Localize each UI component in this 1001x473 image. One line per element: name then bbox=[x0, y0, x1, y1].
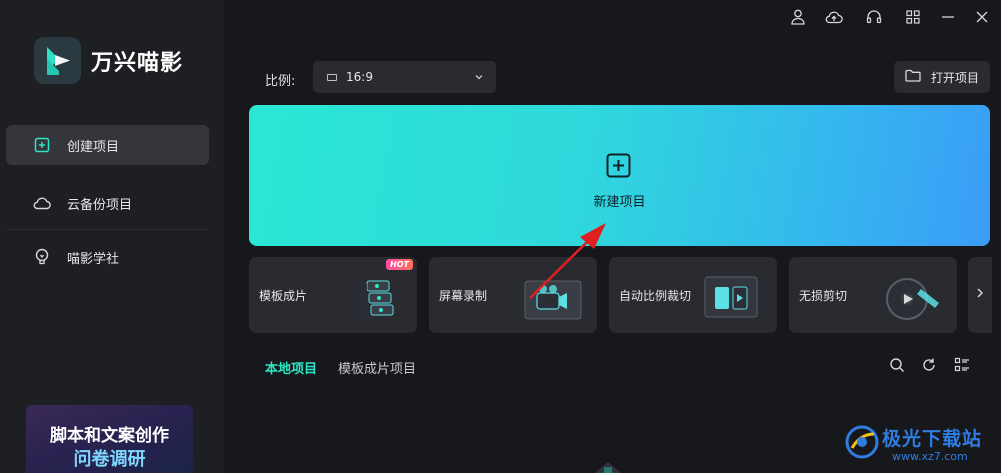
new-project-label: 新建项目 bbox=[593, 195, 646, 210]
grid-icon[interactable] bbox=[901, 6, 925, 28]
minimize-icon[interactable] bbox=[936, 6, 960, 28]
add-project-icon bbox=[33, 136, 51, 154]
refresh-icon[interactable] bbox=[920, 356, 938, 374]
promo-banner[interactable]: 脚本和文案创作 问卷调研 bbox=[26, 405, 193, 473]
logo-icon bbox=[34, 37, 81, 84]
card-template-video[interactable]: 模板成片 HOT bbox=[249, 257, 417, 333]
user-icon[interactable] bbox=[786, 6, 810, 28]
ratio-label: 比例: bbox=[265, 74, 296, 89]
card-label: 模板成片 bbox=[259, 289, 308, 303]
open-project-button[interactable]: 打开项目 bbox=[894, 61, 990, 93]
open-project-label: 打开项目 bbox=[931, 70, 980, 85]
search-icon[interactable] bbox=[888, 356, 906, 374]
watermark-logo-icon bbox=[845, 425, 879, 459]
sidebar-item-label: 喵影学社 bbox=[67, 251, 120, 267]
lightbulb-icon bbox=[33, 248, 51, 266]
cards-next-button[interactable] bbox=[968, 257, 992, 333]
card-label: 自动比例裁切 bbox=[619, 289, 692, 303]
close-icon[interactable] bbox=[970, 6, 994, 28]
annotation-arrow-icon bbox=[529, 223, 606, 299]
watermark-url: www.xz7.com bbox=[892, 450, 968, 463]
headset-icon[interactable] bbox=[862, 6, 886, 28]
sidebar-item-cloud-backup[interactable]: 云备份项目 bbox=[6, 183, 209, 223]
new-project-button[interactable]: 新建项目 bbox=[249, 105, 990, 246]
chevron-down-icon bbox=[474, 71, 484, 86]
sidebar: 万兴喵影 创建项目 云备份项目 喵影学社 脚本和文案创作 问卷调研 bbox=[0, 0, 225, 473]
promo-subtitle: 问卷调研 bbox=[73, 449, 146, 470]
aspect-ratio-icon bbox=[327, 73, 337, 81]
ratio-select[interactable]: 16:9 bbox=[313, 61, 496, 93]
watermark-text: 极光下载站 bbox=[882, 428, 983, 450]
card-auto-reframe[interactable]: 自动比例裁切 bbox=[609, 257, 777, 333]
card-lossless-cut[interactable]: 无损剪切 bbox=[789, 257, 957, 333]
promo-title: 脚本和文案创作 bbox=[50, 426, 169, 446]
auto-crop-icon bbox=[697, 267, 767, 327]
card-label: 屏幕录制 bbox=[439, 289, 488, 303]
card-label: 无损剪切 bbox=[799, 289, 848, 303]
sidebar-item-academy[interactable]: 喵影学社 bbox=[6, 237, 209, 277]
folder-icon bbox=[905, 69, 921, 86]
empty-state-icon bbox=[595, 462, 621, 473]
sidebar-item-label: 创建项目 bbox=[67, 139, 120, 155]
app-logo: 万兴喵影 bbox=[34, 37, 183, 84]
plus-icon bbox=[606, 153, 631, 178]
app-name: 万兴喵影 bbox=[91, 50, 184, 76]
ratio-value: 16:9 bbox=[346, 70, 373, 84]
chevron-right-icon bbox=[976, 287, 984, 303]
sidebar-divider bbox=[6, 229, 209, 230]
tab-template-projects[interactable]: 模板成片项目 bbox=[338, 358, 416, 377]
sidebar-item-create-project[interactable]: 创建项目 bbox=[6, 125, 209, 165]
sidebar-item-label: 云备份项目 bbox=[67, 197, 133, 213]
watermark: 极光下载站 www.xz7.com bbox=[840, 418, 1000, 473]
cloud-upload-icon[interactable] bbox=[822, 6, 846, 28]
cloud-icon bbox=[33, 194, 51, 212]
tab-local-projects[interactable]: 本地项目 bbox=[265, 358, 317, 377]
film-reel-icon bbox=[877, 267, 947, 327]
list-view-icon[interactable] bbox=[953, 356, 971, 374]
template-stack-icon bbox=[337, 267, 407, 327]
hot-badge: HOT bbox=[386, 259, 413, 270]
